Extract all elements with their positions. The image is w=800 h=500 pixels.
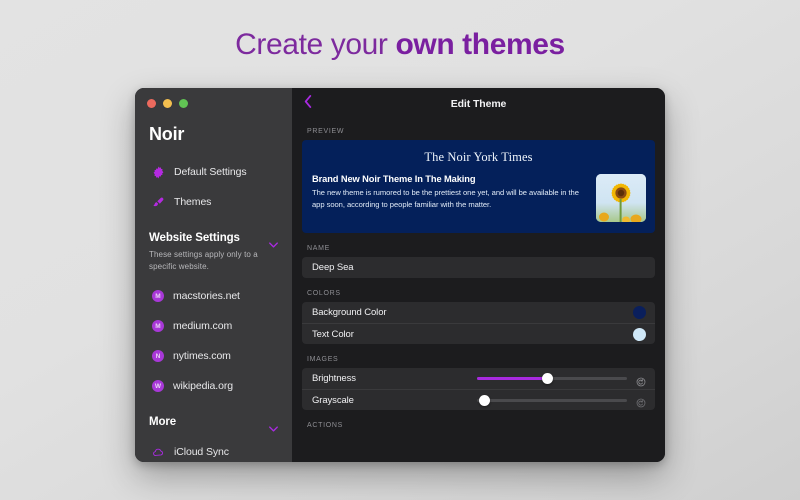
section-label-preview: PREVIEW: [292, 128, 665, 140]
sidebar-item-label: macstories.net: [173, 290, 240, 302]
grayscale-slider-thumb[interactable]: [479, 395, 490, 406]
favicon-icon: M: [152, 290, 164, 302]
cloud-icon: [152, 446, 165, 459]
section-label-images: IMAGES: [292, 356, 665, 368]
brightness-slider-fill: [477, 377, 548, 380]
row-label: Grayscale: [312, 395, 354, 406]
row-text-color[interactable]: Text Color: [302, 323, 655, 344]
more-header[interactable]: More: [135, 416, 292, 428]
sidebar-item-themes[interactable]: Themes: [135, 190, 292, 214]
preview-article-body: The new theme is rumored to be the prett…: [312, 187, 588, 210]
row-grayscale: Grayscale: [302, 389, 655, 410]
sidebar-item-medium[interactable]: M medium.com: [135, 314, 292, 338]
page-title-normal: Create your: [235, 28, 395, 61]
colors-group: Background Color Text Color: [302, 302, 655, 344]
sidebar-item-label: Default Settings: [174, 166, 247, 178]
preview-masthead: The Noir York Times: [302, 140, 655, 165]
chevron-down-icon[interactable]: [269, 235, 278, 241]
back-button[interactable]: [301, 96, 315, 111]
sidebar-item-label: medium.com: [173, 320, 232, 332]
page-heading: Edit Theme: [451, 98, 507, 110]
sidebar: Noir Default Settings Themes: [135, 88, 292, 462]
sidebar-item-label: Themes: [174, 196, 211, 208]
sidebar-item-macstories[interactable]: M macstories.net: [135, 284, 292, 308]
gear-icon: [152, 166, 165, 179]
page-title: Create your own themes: [0, 28, 800, 62]
sidebar-item-label: iCloud Sync: [174, 446, 229, 458]
brightness-slider[interactable]: [477, 377, 627, 380]
text-color-swatch[interactable]: [633, 328, 646, 341]
background-color-swatch[interactable]: [633, 306, 646, 319]
sidebar-item-label: wikipedia.org: [173, 380, 233, 392]
grayscale-slider-wrap: [477, 395, 646, 405]
section-label-colors: COLORS: [292, 290, 665, 302]
sidebar-item-nytimes[interactable]: N nytimes.com: [135, 344, 292, 368]
brightness-slider-thumb[interactable]: [542, 373, 553, 384]
row-label: Background Color: [312, 307, 386, 318]
minimize-button[interactable]: [163, 99, 172, 108]
theme-preview-card: The Noir York Times Brand New Noir Theme…: [302, 140, 655, 233]
more-title: More: [149, 416, 176, 428]
grayscale-slider[interactable]: [477, 399, 627, 402]
favicon-icon: N: [152, 350, 164, 362]
reset-icon[interactable]: [636, 374, 646, 384]
sidebar-item-default-settings[interactable]: Default Settings: [135, 160, 292, 184]
paintbrush-icon: [152, 196, 165, 209]
chevron-down-icon[interactable]: [269, 419, 278, 425]
preview-article: Brand New Noir Theme In The Making The n…: [302, 165, 655, 222]
favicon-icon: M: [152, 320, 164, 332]
website-settings-header[interactable]: Website Settings: [135, 232, 292, 244]
row-label: Brightness: [312, 373, 356, 384]
reset-icon[interactable]: [636, 395, 646, 405]
preview-article-text: Brand New Noir Theme In The Making The n…: [312, 174, 588, 222]
brightness-slider-wrap: [477, 374, 646, 384]
app-window: Noir Default Settings Themes: [135, 88, 665, 462]
website-settings-title: Website Settings: [149, 232, 240, 244]
sidebar-item-icloud-sync[interactable]: iCloud Sync: [135, 440, 292, 462]
chevron-left-icon: [304, 95, 312, 113]
row-brightness: Brightness: [302, 368, 655, 389]
section-label-actions: ACTIONS: [292, 422, 665, 434]
zoom-button[interactable]: [179, 99, 188, 108]
theme-name-value: Deep Sea: [312, 262, 353, 273]
window-controls: [135, 88, 292, 108]
detail-titlebar: Edit Theme: [292, 88, 665, 119]
close-button[interactable]: [147, 99, 156, 108]
theme-name-input[interactable]: Deep Sea: [302, 257, 655, 278]
favicon-icon: W: [152, 380, 164, 392]
page-title-bold: own themes: [395, 28, 564, 61]
row-background-color[interactable]: Background Color: [302, 302, 655, 323]
sidebar-item-label: nytimes.com: [173, 350, 231, 362]
detail-panel: Edit Theme PREVIEW The Noir York Times B…: [292, 88, 665, 462]
sunflower-image: [596, 174, 646, 222]
website-settings-subtitle: These settings apply only to a specific …: [135, 244, 292, 272]
section-label-name: NAME: [292, 245, 665, 257]
preview-article-headline: Brand New Noir Theme In The Making: [312, 174, 588, 184]
row-label: Text Color: [312, 329, 354, 340]
images-group: Brightness Grayscal: [302, 368, 655, 410]
sidebar-item-wikipedia[interactable]: W wikipedia.org: [135, 374, 292, 398]
app-name: Noir: [135, 108, 292, 145]
